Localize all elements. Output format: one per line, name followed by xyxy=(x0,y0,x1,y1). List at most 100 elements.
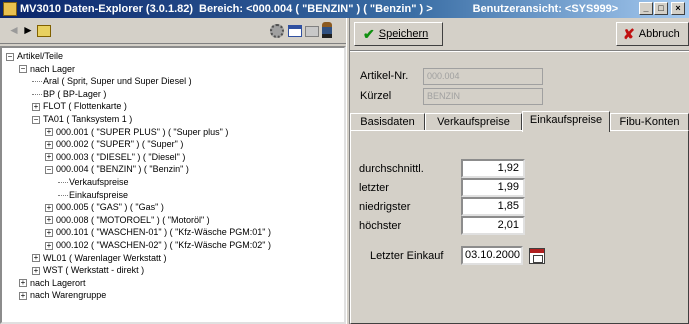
collapse-icon[interactable]: − xyxy=(32,115,40,124)
tree-item[interactable]: − Artikel/Teile xyxy=(6,50,63,62)
explorer-toolbar: ◄ ► xyxy=(0,18,346,44)
tree-item-label: WST ( Werkstatt - direkt ) xyxy=(43,265,145,276)
expand-icon[interactable]: + xyxy=(32,266,40,275)
person-icon[interactable] xyxy=(322,22,332,38)
tab-verkaufspreise[interactable]: Verkaufspreise xyxy=(425,113,522,131)
hoechster-label: höchster xyxy=(359,220,402,232)
durchschnitt-label: durchschnittl. xyxy=(359,163,424,175)
tree-item-label: nach Lager xyxy=(30,63,76,74)
tree-item-label: Aral ( Sprit, Super und Super Diesel ) xyxy=(43,76,192,87)
expand-icon[interactable]: + xyxy=(45,229,53,238)
einkaufspreise-pane: durchschnittl. 1,92 letzter 1,99 niedrig… xyxy=(350,130,689,324)
tree-item-label: 000.001 ( "SUPER PLUS" ) ( "Super plus" … xyxy=(56,126,229,137)
collapse-icon[interactable]: − xyxy=(45,166,53,175)
tree-item[interactable]: +000.102 ( "WASCHEN-02" ) ( "Kfz-Wäsche … xyxy=(45,239,271,251)
tree-item-label: nach Warengruppe xyxy=(30,290,107,301)
expand-icon[interactable]: + xyxy=(45,140,53,149)
tree-item[interactable]: + nach Lagerort xyxy=(19,277,86,289)
tab-bar: Basisdaten Verkaufspreise Einkaufspreise… xyxy=(350,111,689,132)
expand-icon[interactable]: + xyxy=(45,241,53,250)
tree-item[interactable]: − TA01 ( Tanksystem 1 ) xyxy=(32,113,132,125)
window-title: MV3010 Daten-Explorer (3.0.1.82) xyxy=(20,3,194,15)
tree-item-label: Einkaufspreise xyxy=(69,189,129,200)
tree-item[interactable]: +000.005 ( "GAS" ) ( "Gas" ) xyxy=(45,201,164,213)
tree-item-label: TA01 ( Tanksystem 1 ) xyxy=(43,114,133,124)
tree-item[interactable]: +000.002 ( "SUPER" ) ( "Super" ) xyxy=(45,138,183,150)
tree-item[interactable]: +000.008 ( "MOTOROEL" ) ( "Motoröl" ) xyxy=(45,214,210,226)
collapse-icon[interactable]: − xyxy=(6,52,14,61)
tree-item-label: BP ( BP-Lager ) xyxy=(43,88,107,99)
expand-icon[interactable]: + xyxy=(45,203,53,212)
calendar-icon[interactable] xyxy=(529,248,545,264)
article-tree[interactable]: − Artikel/Teile − nach Lager Aral ( Sprit, S… xyxy=(0,46,346,324)
kuerzel-label: Kürzel xyxy=(360,90,392,102)
collapse-icon[interactable]: − xyxy=(19,65,27,74)
detail-panel: ✔ Speichern ✘ Abbruch Artikel-Nr. 000.00… xyxy=(350,18,689,324)
tree-item-label: 000.101 ( "WASCHEN-01" ) ( "Kfz-Wäsche P… xyxy=(56,227,272,238)
cancel-button-label: Abbruch xyxy=(638,28,680,40)
tree-item-label: 000.005 ( "GAS" ) ( "Gas" ) xyxy=(56,202,164,213)
tree-item[interactable]: Verkaufspreise xyxy=(58,176,129,188)
tree-item[interactable]: BP ( BP-Lager ) xyxy=(32,88,106,100)
tree-item[interactable]: − nach Lager xyxy=(19,63,75,75)
title-bar: MV3010 Daten-Explorer (3.0.1.82) Bereich… xyxy=(0,0,689,18)
tree-connector xyxy=(32,93,42,95)
letzter-field[interactable]: 1,99 xyxy=(461,178,525,197)
expand-icon[interactable]: + xyxy=(45,216,53,225)
x-icon: ✘ xyxy=(623,25,635,42)
niedrigster-field[interactable]: 1,85 xyxy=(461,197,525,216)
tab-fibu-konten[interactable]: Fibu-Konten xyxy=(610,113,689,131)
expand-icon[interactable]: + xyxy=(32,103,40,112)
tree-item[interactable]: −000.004 ( "BENZIN" ) ( "Benzin" ) xyxy=(45,163,189,175)
tree-item[interactable]: + WL01 ( Warenlager Werkstatt ) xyxy=(32,252,167,264)
tree-item[interactable]: + nach Warengruppe xyxy=(19,289,106,301)
table-view-icon[interactable] xyxy=(288,25,302,37)
tree-item-label: Verkaufspreise xyxy=(69,177,129,187)
tab-basisdaten[interactable]: Basisdaten xyxy=(350,113,425,131)
tree-item-label: 000.002 ( "SUPER" ) ( "Super" ) xyxy=(56,139,184,150)
hoechster-field[interactable]: 2,01 xyxy=(461,216,525,235)
tree-item[interactable]: + FLOT ( Flottenkarte ) xyxy=(32,100,127,112)
niedrigster-label: niedrigster xyxy=(359,201,411,213)
tree-item[interactable]: +000.003 ( "DIESEL" ) ( "Diesel" ) xyxy=(45,151,185,163)
tree-item[interactable]: +000.001 ( "SUPER PLUS" ) ( "Super plus"… xyxy=(45,126,228,138)
expand-icon[interactable]: + xyxy=(45,128,53,137)
checkmark-icon: ✔ xyxy=(363,25,375,42)
minimize-button[interactable]: _ xyxy=(639,2,653,15)
app-icon xyxy=(3,2,17,16)
expand-icon[interactable]: + xyxy=(19,292,27,301)
close-button[interactable]: × xyxy=(671,2,685,15)
tree-item-label: 000.003 ( "DIESEL" ) ( "Diesel" ) xyxy=(56,151,186,162)
expand-icon[interactable]: + xyxy=(19,279,27,288)
tree-item-label: 000.004 ( "BENZIN" ) ( "Benzin" ) xyxy=(56,164,189,175)
forward-arrow-icon[interactable]: ► xyxy=(22,23,34,37)
tree-item[interactable]: Einkaufspreise xyxy=(58,189,128,201)
tab-einkaufspreise[interactable]: Einkaufspreise xyxy=(522,111,610,132)
tree-item-label: nach Lagerort xyxy=(30,277,86,288)
tree-item[interactable]: +000.101 ( "WASCHEN-01" ) ( "Kfz-Wäsche … xyxy=(45,226,271,238)
expand-icon[interactable]: + xyxy=(32,254,40,263)
window-title-bereich: Bereich: <000.004 ( "BENZIN" ) ( "Benzin… xyxy=(199,3,433,15)
tree-item[interactable]: Aral ( Sprit, Super und Super Diesel ) xyxy=(32,75,192,87)
tree-item-label: FLOT ( Flottenkarte ) xyxy=(43,101,127,112)
tree-item-label: 000.102 ( "WASCHEN-02" ) ( "Kfz-Wäsche P… xyxy=(56,240,272,250)
tree-connector xyxy=(58,194,68,196)
save-button-label: Speichern xyxy=(378,28,429,40)
tree-connector xyxy=(58,182,68,184)
folder-icon[interactable] xyxy=(305,26,319,37)
window-title-ansicht: Benutzeransicht: <SYS999> xyxy=(472,3,619,15)
explorer-panel: ◄ ► − Artikel/Teile − nach Lager Aral ( Spri… xyxy=(0,18,346,324)
letzter-einkauf-field[interactable]: 03.10.2000 xyxy=(461,246,523,265)
cancel-button[interactable]: ✘ Abbruch xyxy=(616,22,689,46)
artikel-nr-field: 000.004 xyxy=(423,68,543,85)
tree-item[interactable]: + WST ( Werkstatt - direkt ) xyxy=(32,264,144,276)
back-arrow-icon[interactable]: ◄ xyxy=(8,23,20,37)
durchschnitt-field[interactable]: 1,92 xyxy=(461,159,525,178)
letzter-label: letzter xyxy=(359,182,389,194)
folder-up-icon[interactable] xyxy=(37,25,51,37)
maximize-button[interactable]: □ xyxy=(654,2,668,15)
save-button[interactable]: ✔ Speichern xyxy=(354,22,443,46)
settings-gear-icon[interactable] xyxy=(270,24,284,38)
expand-icon[interactable]: + xyxy=(45,153,53,162)
kuerzel-field: BENZIN xyxy=(423,88,543,105)
